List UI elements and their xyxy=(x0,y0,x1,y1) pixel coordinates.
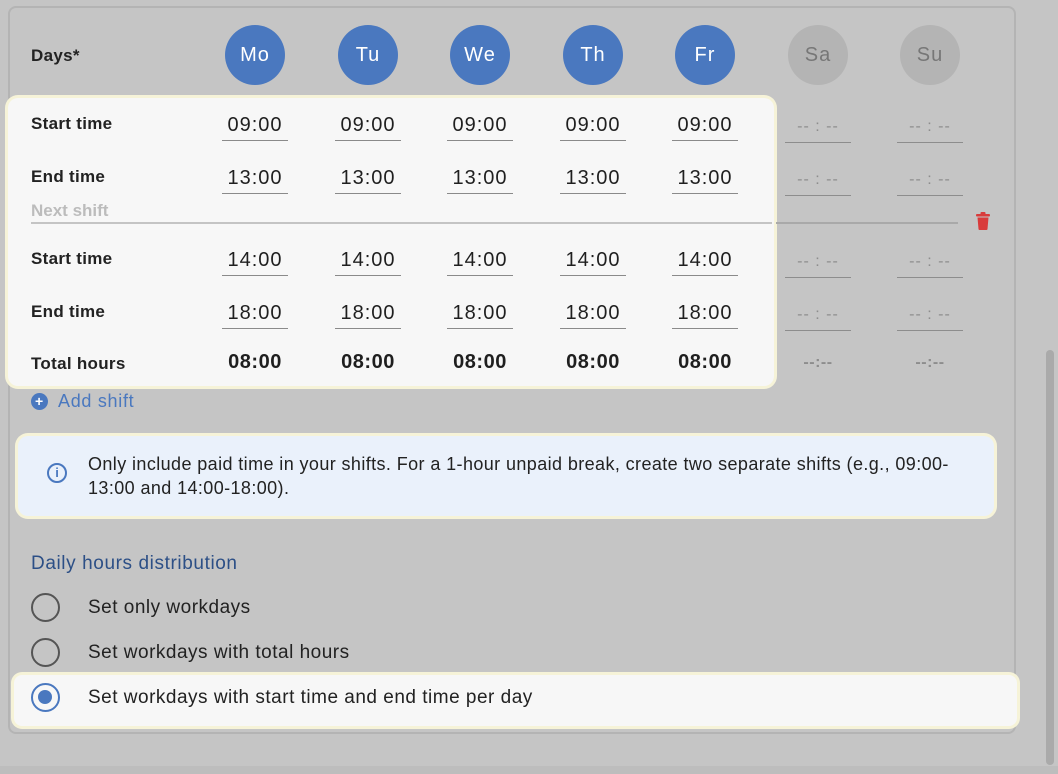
radio-label: Set only workdays xyxy=(88,596,251,618)
day-toggle-tu[interactable]: Tu xyxy=(338,25,398,85)
shift-divider-extension xyxy=(776,222,958,224)
end-time-label-2: End time xyxy=(31,302,106,321)
shifts-card xyxy=(8,98,774,386)
radio-label: Set workdays with start time and end tim… xyxy=(88,686,533,708)
shift1-end-mo[interactable]: 13:00 xyxy=(222,167,288,194)
info-banner: i Only include paid time in your shifts.… xyxy=(18,436,994,516)
total-hours-su: --:-- xyxy=(915,354,945,371)
shift2-end-fr[interactable]: 18:00 xyxy=(672,302,738,329)
end-time-label: End time xyxy=(31,167,106,186)
shift1-start-su[interactable]: -- : -- xyxy=(897,118,963,143)
total-hours-we: 08:00 xyxy=(453,351,507,373)
next-shift-label: Next shift xyxy=(31,201,109,220)
shift1-end-su[interactable]: -- : -- xyxy=(897,171,963,196)
shift1-end-fr[interactable]: 13:00 xyxy=(672,167,738,194)
trash-icon[interactable] xyxy=(976,212,990,230)
radio-label: Set workdays with total hours xyxy=(88,641,350,663)
days-label: Days* xyxy=(31,46,80,65)
distribution-title: Daily hours distribution xyxy=(31,553,238,574)
radio-option-only-workdays[interactable]: Set only workdays xyxy=(31,593,251,622)
shift1-start-tu[interactable]: 09:00 xyxy=(335,114,401,141)
shift2-start-fr[interactable]: 14:00 xyxy=(672,249,738,276)
shift2-start-we[interactable]: 14:00 xyxy=(447,249,513,276)
shift1-start-we[interactable]: 09:00 xyxy=(447,114,513,141)
plus-circle-icon: + xyxy=(31,393,48,410)
shift1-end-we[interactable]: 13:00 xyxy=(447,167,513,194)
radio-button[interactable] xyxy=(31,593,60,622)
shift1-end-sa[interactable]: -- : -- xyxy=(785,171,851,196)
shift2-end-th[interactable]: 18:00 xyxy=(560,302,626,329)
shift2-end-sa[interactable]: -- : -- xyxy=(785,306,851,331)
add-shift-button[interactable]: + Add shift xyxy=(31,391,134,412)
shift1-end-th[interactable]: 13:00 xyxy=(560,167,626,194)
radio-option-start-end-time[interactable]: Set workdays with start time and end tim… xyxy=(31,683,533,712)
total-hours-label: Total hours xyxy=(31,354,126,373)
total-hours-fr: 08:00 xyxy=(678,351,732,373)
radio-option-total-hours[interactable]: Set workdays with total hours xyxy=(31,638,350,667)
day-toggle-we[interactable]: We xyxy=(450,25,510,85)
shift2-start-mo[interactable]: 14:00 xyxy=(222,249,288,276)
shift1-start-sa[interactable]: -- : -- xyxy=(785,118,851,143)
total-hours-sa: --:-- xyxy=(803,354,833,371)
start-time-label: Start time xyxy=(31,114,113,133)
shift-divider xyxy=(31,222,772,224)
shift2-end-mo[interactable]: 18:00 xyxy=(222,302,288,329)
total-hours-mo: 08:00 xyxy=(228,351,282,373)
shift1-start-fr[interactable]: 09:00 xyxy=(672,114,738,141)
total-hours-tu: 08:00 xyxy=(341,351,395,373)
shift1-start-mo[interactable]: 09:00 xyxy=(222,114,288,141)
day-toggle-mo[interactable]: Mo xyxy=(225,25,285,85)
day-toggle-fr[interactable]: Fr xyxy=(675,25,735,85)
shift2-end-tu[interactable]: 18:00 xyxy=(335,302,401,329)
shift2-start-su[interactable]: -- : -- xyxy=(897,253,963,278)
shift2-end-su[interactable]: -- : -- xyxy=(897,306,963,331)
shift1-end-tu[interactable]: 13:00 xyxy=(335,167,401,194)
day-toggle-sa[interactable]: Sa xyxy=(788,25,848,85)
shift2-start-tu[interactable]: 14:00 xyxy=(335,249,401,276)
radio-button-selected[interactable] xyxy=(31,683,60,712)
add-shift-label: Add shift xyxy=(58,391,135,411)
total-hours-th: 08:00 xyxy=(566,351,620,373)
info-icon: i xyxy=(47,463,67,483)
vertical-scrollbar[interactable] xyxy=(1046,350,1054,765)
start-time-label-2: Start time xyxy=(31,249,113,268)
radio-button[interactable] xyxy=(31,638,60,667)
info-text: Only include paid time in your shifts. F… xyxy=(88,454,949,498)
bottom-edge xyxy=(0,766,1058,774)
shift2-end-we[interactable]: 18:00 xyxy=(447,302,513,329)
shift2-start-sa[interactable]: -- : -- xyxy=(785,253,851,278)
day-toggle-su[interactable]: Su xyxy=(900,25,960,85)
day-toggle-th[interactable]: Th xyxy=(563,25,623,85)
shift2-start-th[interactable]: 14:00 xyxy=(560,249,626,276)
shift1-start-th[interactable]: 09:00 xyxy=(560,114,626,141)
